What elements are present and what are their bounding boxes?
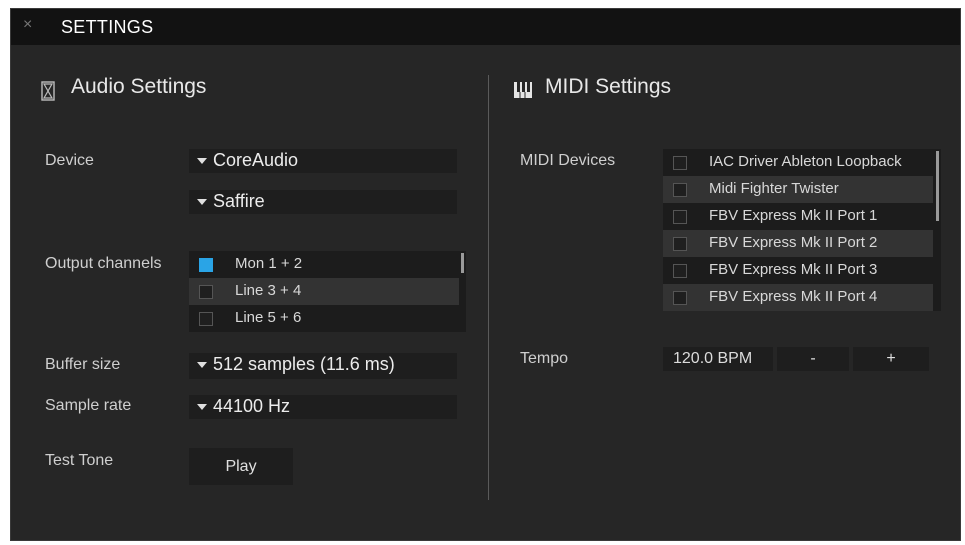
- piano-icon: [514, 82, 532, 98]
- output-channel-row[interactable]: Line 3 + 4: [189, 278, 459, 305]
- sample-rate-value: 44100 Hz: [213, 396, 291, 416]
- sample-rate-label: Sample rate: [45, 397, 132, 414]
- midi-device-row[interactable]: FBV Express Mk II Port 3: [663, 257, 933, 284]
- chevron-down-icon: [197, 404, 207, 410]
- midi-device-label: FBV Express Mk II Port 2: [709, 234, 878, 251]
- chevron-down-icon: [197, 158, 207, 164]
- checkbox[interactable]: [199, 312, 213, 326]
- output-channel-label: Line 5 + 6: [235, 309, 302, 326]
- window-title: SETTINGS: [61, 17, 154, 37]
- midi-device-row[interactable]: FBV Express Mk II Port 4: [663, 284, 933, 311]
- audio-settings-title: Audio Settings: [71, 75, 207, 98]
- device-sub-value: Saffire: [213, 191, 265, 211]
- checkbox[interactable]: [673, 210, 687, 224]
- checkbox[interactable]: [673, 183, 687, 197]
- tempo-increment-button[interactable]: +: [853, 347, 929, 371]
- buffer-size-value: 512 samples (11.6 ms): [213, 354, 395, 374]
- chevron-down-icon: [197, 362, 207, 368]
- midi-devices-label: MIDI Devices: [520, 152, 616, 169]
- play-button[interactable]: Play: [189, 448, 293, 485]
- test-tone-label: Test Tone: [45, 452, 114, 469]
- midi-device-label: FBV Express Mk II Port 4: [709, 288, 878, 305]
- midi-device-label: FBV Express Mk II Port 1: [709, 207, 878, 224]
- settings-window: × SETTINGS Audio Settings Device CoreAud…: [10, 8, 961, 541]
- midi-device-row[interactable]: IAC Driver Ableton Loopback: [663, 149, 933, 176]
- checkbox[interactable]: [673, 264, 687, 278]
- close-icon[interactable]: ×: [23, 17, 39, 33]
- tempo-decrement-button[interactable]: -: [777, 347, 849, 371]
- device-label: Device: [45, 152, 94, 169]
- title-bar: × SETTINGS: [11, 9, 960, 45]
- checkbox[interactable]: [673, 156, 687, 170]
- midi-device-label: FBV Express Mk II Port 3: [709, 261, 878, 278]
- output-channel-row[interactable]: Mon 1 + 2: [189, 251, 459, 278]
- chevron-down-icon: [197, 199, 207, 205]
- hourglass-icon: [41, 81, 55, 101]
- device-value: CoreAudio: [213, 150, 299, 170]
- midi-devices-list: IAC Driver Ableton Loopback Midi Fighter…: [663, 149, 941, 311]
- output-channel-label: Line 3 + 4: [235, 282, 302, 299]
- checkbox[interactable]: [673, 237, 687, 251]
- output-channel-label: Mon 1 + 2: [235, 255, 303, 272]
- sample-rate-dropdown[interactable]: 44100 Hz: [189, 395, 457, 419]
- output-channels-label: Output channels: [45, 255, 162, 272]
- section-divider: [488, 75, 489, 500]
- midi-device-row[interactable]: Midi Fighter Twister: [663, 176, 933, 203]
- scrollbar[interactable]: [461, 253, 464, 273]
- output-channel-row[interactable]: Line 5 + 6: [189, 305, 459, 332]
- tempo-label: Tempo: [520, 350, 569, 367]
- buffer-size-label: Buffer size: [45, 356, 121, 373]
- output-channels-list: Mon 1 + 2 Line 3 + 4 Line 5 + 6: [189, 251, 466, 332]
- checkbox[interactable]: [199, 285, 213, 299]
- midi-settings-title: MIDI Settings: [545, 75, 672, 98]
- midi-device-row[interactable]: FBV Express Mk II Port 2: [663, 230, 933, 257]
- scrollbar[interactable]: [936, 151, 939, 221]
- tempo-field[interactable]: 120.0 BPM: [663, 347, 773, 371]
- midi-device-label: IAC Driver Ableton Loopback: [709, 153, 902, 170]
- midi-device-row[interactable]: FBV Express Mk II Port 1: [663, 203, 933, 230]
- device-sub-dropdown[interactable]: Saffire: [189, 190, 457, 214]
- checkbox[interactable]: [199, 258, 213, 272]
- device-dropdown[interactable]: CoreAudio: [189, 149, 457, 173]
- buffer-size-dropdown[interactable]: 512 samples (11.6 ms): [189, 353, 457, 379]
- checkbox[interactable]: [673, 291, 687, 305]
- midi-device-label: Midi Fighter Twister: [709, 180, 839, 197]
